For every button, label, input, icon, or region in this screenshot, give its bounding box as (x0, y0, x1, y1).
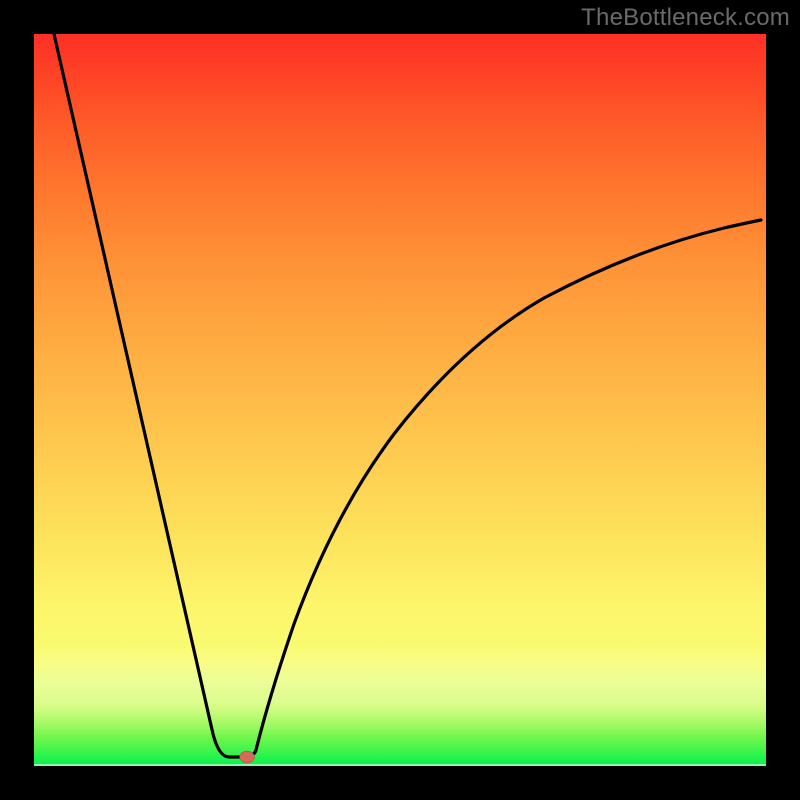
watermark-text: TheBottleneck.com (581, 4, 790, 32)
curve-right-branch (242, 220, 761, 757)
plot-border (0, 0, 800, 800)
bottleneck-curve (34, 34, 766, 766)
plot-area (34, 34, 766, 766)
chart-frame: TheBottleneck.com (0, 0, 800, 800)
valley-marker (240, 751, 255, 763)
curve-left-branch (54, 34, 242, 757)
